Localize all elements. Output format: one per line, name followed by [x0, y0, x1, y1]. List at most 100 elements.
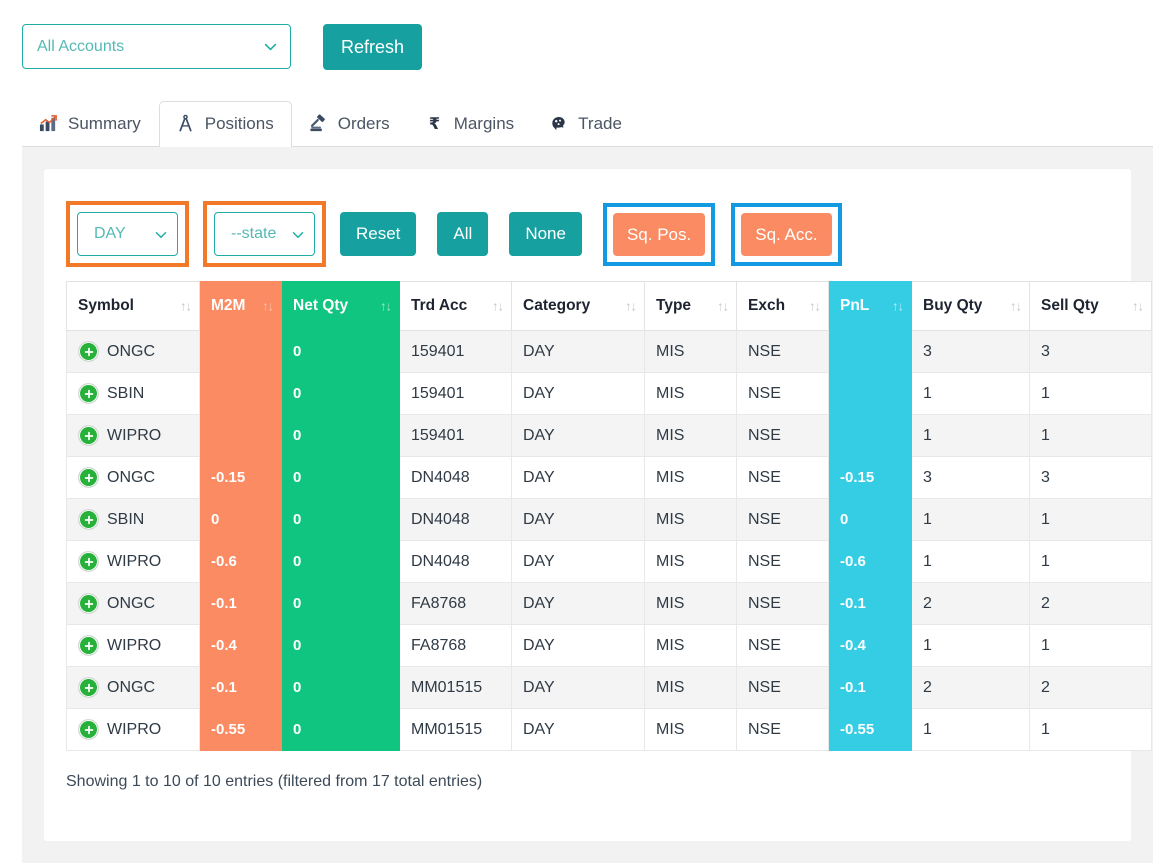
- cell-pnl: -0.4: [828, 624, 912, 667]
- table-row[interactable]: ONGC -0.1 0 FA8768 DAY MIS NSE -0.1 2 2: [66, 582, 1152, 625]
- cell-m2m: [199, 330, 282, 373]
- cell-sell_qty: 1: [1029, 498, 1152, 541]
- column-header-symbol[interactable]: Symbol ↑↓: [66, 281, 200, 331]
- table-row[interactable]: ONGC -0.1 0 MM01515 DAY MIS NSE -0.1 2 2: [66, 666, 1152, 709]
- square-off-positions-button[interactable]: Sq. Pos.: [612, 212, 706, 256]
- cell-exch: NSE: [736, 624, 829, 667]
- cell-symbol: SBIN: [66, 498, 200, 541]
- tab-positions[interactable]: Positions: [158, 101, 292, 147]
- table-row[interactable]: WIPRO -0.55 0 MM01515 DAY MIS NSE -0.55 1 1: [66, 708, 1152, 751]
- cell-net_qty: 0: [281, 372, 400, 415]
- tab-orders[interactable]: Orders: [292, 101, 408, 146]
- chevron-down-icon: [155, 228, 167, 240]
- tab-positions-label: Positions: [204, 113, 274, 133]
- column-header-trd_acc[interactable]: Trd Acc ↑↓: [399, 281, 512, 331]
- column-header-label: Symbol: [78, 297, 134, 314]
- table-header-row: Symbol ↑↓ M2M ↑↓ Net Qty ↑↓ Trd Acc ↑↓ Category ↑…: [66, 281, 1152, 331]
- table-row[interactable]: SBIN 0 0 DN4048 DAY MIS NSE 0 1 1: [66, 498, 1152, 541]
- cell-buy_qty: 2: [911, 666, 1030, 709]
- sort-arrows-icon[interactable]: ↑↓: [492, 299, 504, 314]
- top-control-bar: All Accounts Refresh: [0, 0, 1153, 95]
- column-header-type[interactable]: Type ↑↓: [644, 281, 737, 331]
- column-header-exch[interactable]: Exch ↑↓: [736, 281, 829, 331]
- cell-type: MIS: [644, 708, 737, 751]
- table-entries-info: Showing 1 to 10 of 10 entries (filtered …: [66, 773, 483, 790]
- positions-page: All Accounts Refresh Summary Positions O…: [0, 0, 1153, 863]
- cell-symbol: ONGC: [66, 582, 200, 625]
- cell-m2m: -0.15: [199, 456, 282, 499]
- sort-arrows-icon[interactable]: ↑↓: [892, 299, 904, 314]
- symbol-cell: ONGC: [78, 467, 189, 488]
- expand-row-plus-icon[interactable]: [78, 677, 99, 698]
- cell-exch: NSE: [736, 582, 829, 625]
- sort-arrows-icon[interactable]: ↑↓: [717, 299, 729, 314]
- account-select[interactable]: All Accounts: [22, 24, 291, 69]
- column-header-label: Exch: [748, 297, 786, 314]
- cell-sell_qty: 1: [1029, 540, 1152, 583]
- sort-arrows-icon[interactable]: ↑↓: [1010, 299, 1022, 314]
- column-header-pnl[interactable]: PnL ↑↓: [828, 281, 912, 331]
- expand-row-plus-icon[interactable]: [78, 719, 99, 740]
- state-select[interactable]: --state: [214, 212, 315, 256]
- sort-arrows-icon[interactable]: ↑↓: [380, 299, 392, 314]
- cell-net_qty: 0: [281, 666, 400, 709]
- cell-type: MIS: [644, 414, 737, 457]
- column-header-sell_qty[interactable]: Sell Qty ↑↓: [1029, 281, 1152, 331]
- day-select[interactable]: DAY: [77, 212, 178, 256]
- cell-trd_acc: FA8768: [399, 582, 512, 625]
- expand-row-plus-icon[interactable]: [78, 425, 99, 446]
- cell-trd_acc: DN4048: [399, 498, 512, 541]
- symbol-label: WIPRO: [107, 552, 162, 570]
- table-row[interactable]: SBIN 0 159401 DAY MIS NSE 1 1: [66, 372, 1152, 415]
- cell-pnl: -0.55: [828, 708, 912, 751]
- tab-trade[interactable]: Trade: [532, 101, 640, 146]
- table-row[interactable]: ONGC -0.15 0 DN4048 DAY MIS NSE -0.15 3 3: [66, 456, 1152, 499]
- sort-arrows-icon[interactable]: ↑↓: [262, 299, 274, 314]
- column-header-label: Category: [523, 297, 591, 314]
- cell-trd_acc: MM01515: [399, 666, 512, 709]
- gavel-icon: [308, 113, 329, 134]
- tab-summary[interactable]: Summary: [22, 101, 159, 146]
- tab-margins[interactable]: ₹ Margins: [408, 101, 532, 146]
- cell-net_qty: 0: [281, 708, 400, 751]
- refresh-button[interactable]: Refresh: [323, 24, 423, 70]
- select-none-button[interactable]: None: [509, 212, 582, 256]
- select-all-button[interactable]: All: [437, 212, 489, 256]
- cell-trd_acc: 159401: [399, 330, 512, 373]
- expand-row-plus-icon[interactable]: [78, 467, 99, 488]
- expand-row-plus-icon[interactable]: [78, 341, 99, 362]
- sort-arrows-icon[interactable]: ↑↓: [180, 299, 192, 314]
- column-header-buy_qty[interactable]: Buy Qty ↑↓: [911, 281, 1030, 331]
- sort-arrows-icon[interactable]: ↑↓: [625, 299, 637, 314]
- expand-row-plus-icon[interactable]: [78, 593, 99, 614]
- expand-row-plus-icon[interactable]: [78, 509, 99, 530]
- cell-sell_qty: 2: [1029, 582, 1152, 625]
- table-row[interactable]: WIPRO 0 159401 DAY MIS NSE 1 1: [66, 414, 1152, 457]
- tab-trade-label: Trade: [578, 113, 622, 133]
- table-row[interactable]: WIPRO -0.6 0 DN4048 DAY MIS NSE -0.6 1 1: [66, 540, 1152, 583]
- square-off-account-button[interactable]: Sq. Acc.: [741, 212, 832, 256]
- cell-category: DAY: [511, 414, 645, 457]
- cell-trd_acc: DN4048: [399, 540, 512, 583]
- cell-m2m: -0.1: [199, 582, 282, 625]
- expand-row-plus-icon[interactable]: [78, 551, 99, 572]
- square-off-positions-highlight: Sq. Pos.: [602, 202, 716, 266]
- column-header-m2m[interactable]: M2M ↑↓: [199, 281, 282, 331]
- sort-arrows-icon[interactable]: ↑↓: [809, 299, 821, 314]
- cell-trd_acc: FA8768: [399, 624, 512, 667]
- column-header-label: Trd Acc: [411, 297, 468, 314]
- column-header-category[interactable]: Category ↑↓: [511, 281, 645, 331]
- cell-trd_acc: DN4048: [399, 456, 512, 499]
- cell-net_qty: 0: [281, 624, 400, 667]
- table-row[interactable]: WIPRO -0.4 0 FA8768 DAY MIS NSE -0.4 1 1: [66, 624, 1152, 667]
- cell-trd_acc: 159401: [399, 372, 512, 415]
- cell-symbol: ONGC: [66, 666, 200, 709]
- table-row[interactable]: ONGC 0 159401 DAY MIS NSE 3 3: [66, 330, 1152, 373]
- symbol-cell: WIPRO: [78, 425, 189, 446]
- cell-m2m: -0.55: [199, 708, 282, 751]
- expand-row-plus-icon[interactable]: [78, 383, 99, 404]
- reset-button[interactable]: Reset: [340, 212, 417, 256]
- expand-row-plus-icon[interactable]: [78, 635, 99, 656]
- column-header-net_qty[interactable]: Net Qty ↑↓: [281, 281, 400, 331]
- sort-arrows-icon[interactable]: ↑↓: [1132, 299, 1144, 314]
